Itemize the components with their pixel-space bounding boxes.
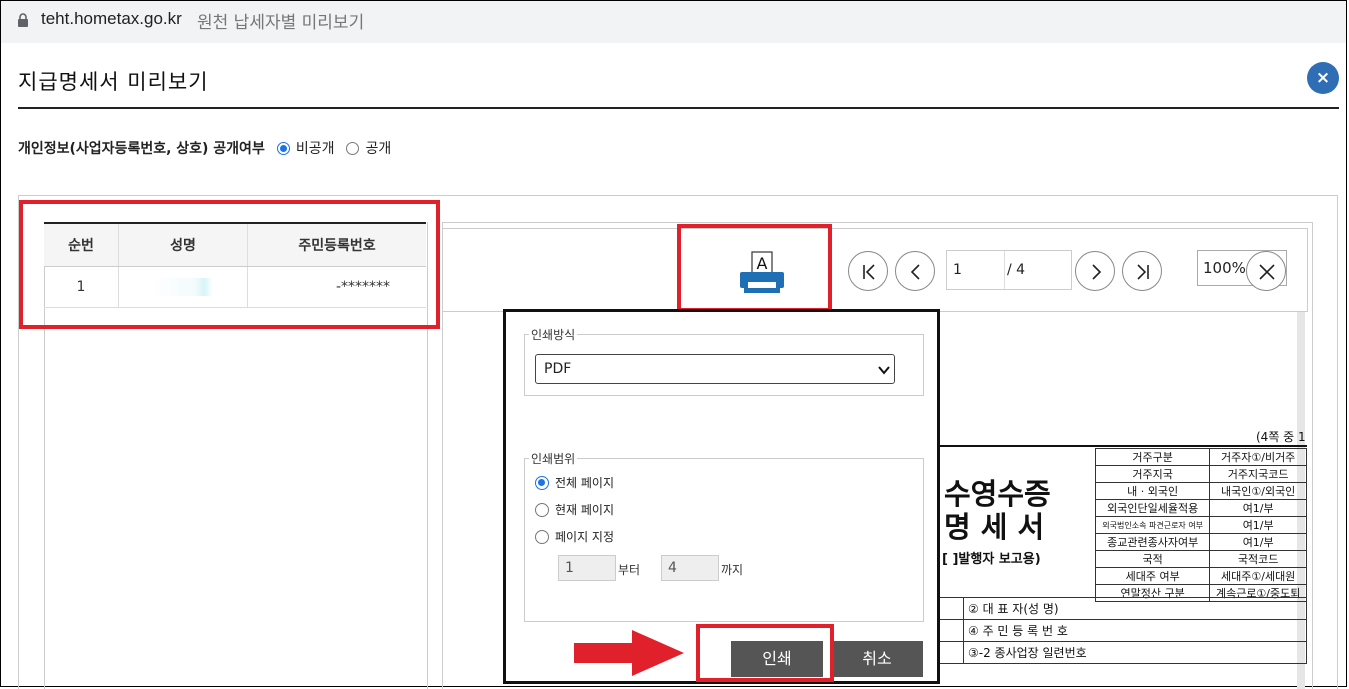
range-current-option[interactable]: 현재 페이지 bbox=[535, 501, 614, 518]
grid-cell: 세대주①/세대원 bbox=[1209, 567, 1307, 585]
title-divider bbox=[18, 107, 1339, 109]
radio-public-button[interactable] bbox=[346, 141, 360, 155]
grid-cell: 거주자①/비거주 bbox=[1209, 448, 1307, 466]
grid-cell: 거주구분 bbox=[1094, 448, 1211, 466]
last-page-button[interactable] bbox=[1122, 251, 1162, 291]
chevron-right-icon bbox=[1092, 264, 1102, 280]
doc-title-line2: 명 세 서 bbox=[944, 510, 1045, 544]
range-all-option[interactable]: 전체 페이지 bbox=[535, 474, 614, 491]
arrow-right-icon bbox=[574, 630, 684, 676]
range-to-value: 4 bbox=[668, 560, 677, 576]
privacy-option-row: 개인정보(사업자등록번호, 상호) 공개여부 비공개 공개 bbox=[18, 138, 403, 158]
grid-cell: 거주지국 bbox=[1094, 465, 1211, 483]
doc-info-grid: 거주구분 거주자①/비거주 거주지국 거주지국코드 내 · 외국인 내국인①/외국인 … bbox=[1094, 448, 1307, 602]
grid-cell: 거주지국코드 bbox=[1209, 465, 1307, 483]
doc-top-rule bbox=[940, 445, 1307, 447]
doc-detail-rows: ② 대 표 자(성 명) ④ 주 민 등 록 번 호 ③-2 종사업장 일련번호 bbox=[940, 597, 1307, 664]
radio-public-label: 공개 bbox=[365, 141, 392, 157]
range-all-radio[interactable] bbox=[535, 475, 549, 490]
page-separator bbox=[1004, 251, 1005, 289]
page-title: 원천 납세자별 미리보기 bbox=[197, 13, 365, 33]
range-custom-label: 페이지 지정 bbox=[555, 530, 615, 544]
highlight-table-box bbox=[19, 200, 440, 329]
grid-cell: 국적 bbox=[1094, 550, 1211, 568]
doc-row: ④ 주 민 등 록 번 호 bbox=[963, 619, 1307, 642]
range-current-radio[interactable] bbox=[535, 502, 549, 517]
radio-private-label: 비공개 bbox=[295, 141, 335, 157]
grid-cell: 외국인단일세율적용 bbox=[1094, 499, 1211, 517]
page-indicator: 1 / 4 bbox=[946, 250, 1072, 290]
range-custom-radio[interactable] bbox=[535, 529, 549, 544]
range-custom-option[interactable]: 페이지 지정 bbox=[535, 528, 614, 545]
print-method-legend: 인쇄방식 bbox=[529, 326, 578, 343]
last-page-icon bbox=[1137, 264, 1149, 280]
grid-cell: 국적코드 bbox=[1209, 550, 1307, 568]
highlight-print-button-box bbox=[696, 624, 834, 682]
prev-page-button[interactable] bbox=[895, 251, 935, 291]
first-page-button[interactable] bbox=[848, 251, 888, 291]
close-button[interactable]: × bbox=[1307, 62, 1339, 94]
grid-cell: 외국법인소속 파견근로자 여부 bbox=[1094, 516, 1211, 534]
total-pages: / 4 bbox=[1007, 262, 1026, 278]
range-from-value: 1 bbox=[565, 560, 574, 576]
lock-icon bbox=[18, 13, 28, 27]
grid-cell: 여1/부 bbox=[1209, 533, 1307, 551]
current-page-input[interactable]: 1 bbox=[953, 262, 962, 278]
url-host: teht.hometax.go.kr bbox=[41, 9, 182, 28]
doc-row: ③-2 종사업장 일련번호 bbox=[963, 641, 1307, 664]
highlight-print-icon-box bbox=[677, 224, 832, 312]
address-bar[interactable]: teht.hometax.go.kr 원천 납세자별 미리보기 bbox=[1, 1, 1346, 43]
chevron-left-icon bbox=[910, 264, 920, 280]
doc-page-note: (4쪽 중 1 bbox=[1256, 430, 1306, 444]
next-page-button[interactable] bbox=[1075, 251, 1115, 291]
radio-private[interactable]: 비공개 bbox=[276, 138, 335, 158]
print-method-value: PDF bbox=[544, 361, 572, 377]
range-current-label: 현재 페이지 bbox=[555, 503, 615, 517]
viewer-close-button[interactable] bbox=[1246, 251, 1286, 291]
first-page-icon bbox=[863, 264, 875, 280]
print-range-legend: 인쇄범위 bbox=[529, 450, 578, 467]
document-preview: (4쪽 중 1 수영수증 명 세 서 [ ]발행자 보고용) 거주구분 거주자①/… bbox=[940, 426, 1307, 689]
grid-cell: 세대주 여부 bbox=[1094, 567, 1211, 585]
radio-public[interactable]: 공개 bbox=[346, 138, 391, 158]
privacy-label: 개인정보(사업자등록번호, 상호) 공개여부 bbox=[18, 141, 265, 157]
grid-cell: 내 · 외국인 bbox=[1094, 482, 1211, 500]
grid-cell: 여1/부 bbox=[1209, 516, 1307, 534]
doc-title: 수영수증 명 세 서 bbox=[944, 478, 1051, 544]
doc-subtitle: [ ]발행자 보고용) bbox=[942, 552, 1041, 567]
grid-cell: 내국인①/외국인 bbox=[1209, 482, 1307, 500]
grid-cell: 여1/부 bbox=[1209, 499, 1307, 517]
close-icon bbox=[1259, 264, 1275, 280]
zoom-value: 100% bbox=[1203, 259, 1246, 277]
range-all-label: 전체 페이지 bbox=[555, 476, 615, 490]
cancel-button[interactable]: 취소 bbox=[831, 641, 923, 677]
modal-title: 지급명세서 미리보기 bbox=[18, 70, 209, 94]
range-to-input[interactable]: 4 bbox=[661, 555, 719, 581]
chevron-down-icon bbox=[878, 366, 890, 375]
range-from-input[interactable]: 1 bbox=[558, 555, 616, 581]
doc-title-line1: 수영수증 bbox=[944, 477, 1051, 511]
radio-private-button[interactable] bbox=[276, 141, 290, 155]
print-method-select[interactable]: PDF bbox=[535, 354, 895, 384]
range-from-label: 부터 bbox=[618, 563, 641, 577]
range-to-label: 까지 bbox=[721, 563, 744, 577]
doc-row: ② 대 표 자(성 명) bbox=[963, 597, 1307, 620]
grid-cell: 종교관련종사자여부 bbox=[1094, 533, 1211, 551]
